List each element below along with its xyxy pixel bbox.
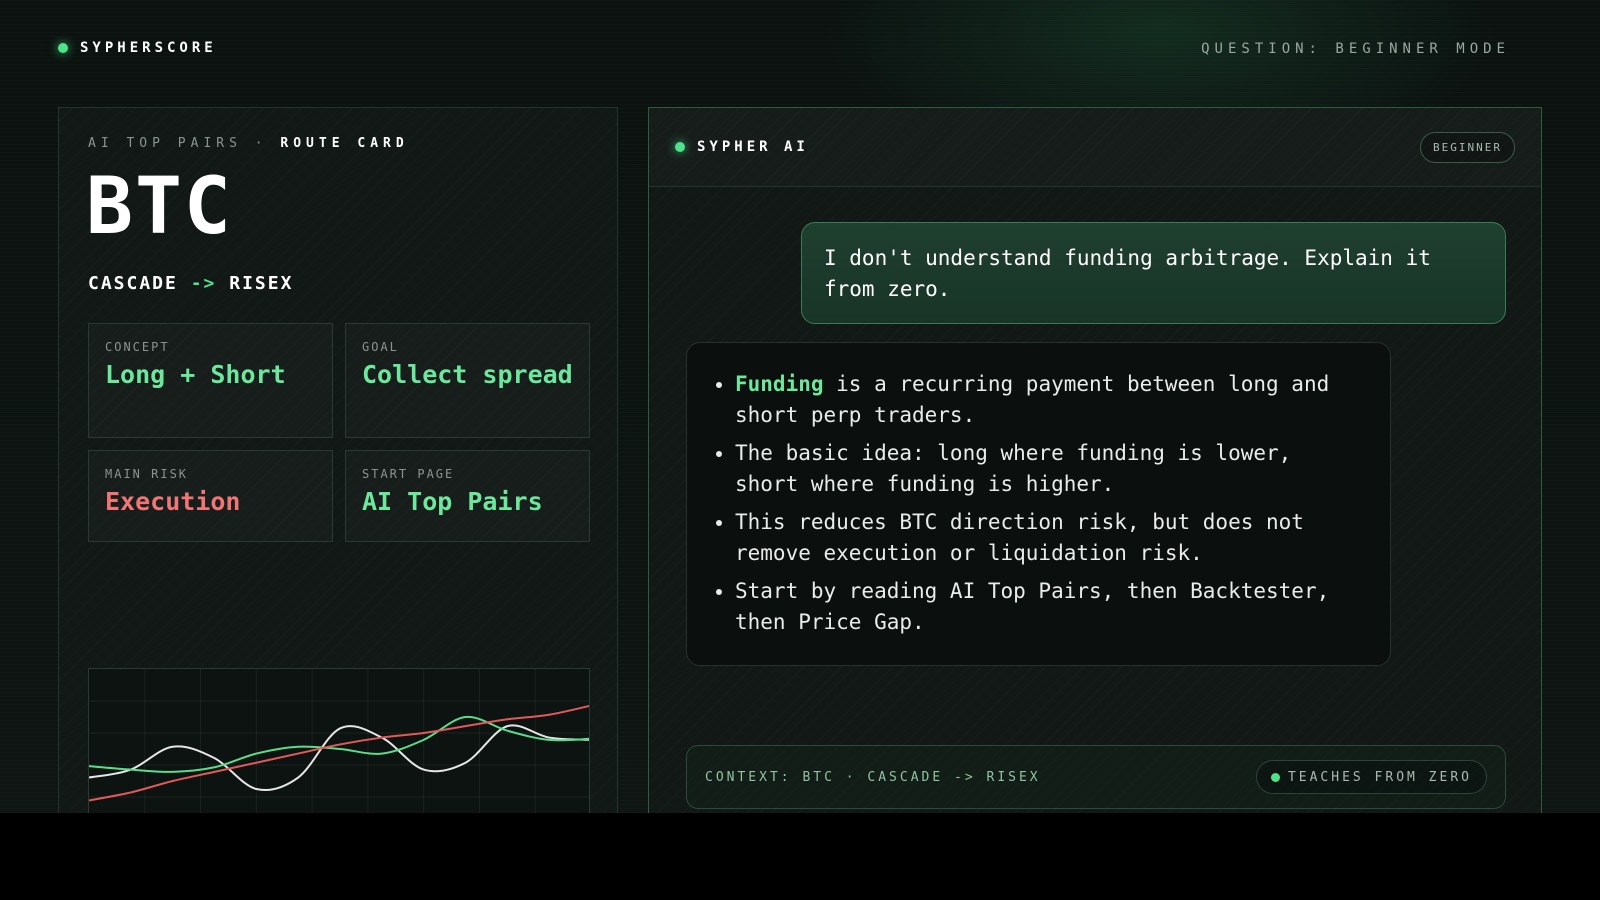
assistant-name-label: SYPHER AI bbox=[697, 139, 809, 155]
tile-value: Execution bbox=[105, 487, 241, 516]
chat-header: SYPHER AI BEGINNER bbox=[649, 108, 1541, 187]
status-dot-icon bbox=[58, 43, 68, 53]
answer-text: is a recurring payment between long and … bbox=[735, 372, 1330, 427]
tile-goal: GOAL Collect spread bbox=[345, 323, 590, 438]
assistant-name: SYPHER AI bbox=[675, 139, 809, 155]
context-text: CONTEXT: BTC · CASCADE -> RISEX bbox=[705, 770, 1041, 785]
tile-main-risk: MAIN RISK Execution bbox=[88, 450, 333, 542]
user-message: I don't understand funding arbitrage. Ex… bbox=[801, 222, 1506, 324]
tile-label: START PAGE bbox=[362, 467, 455, 481]
context-pill-label: TEACHES FROM ZERO bbox=[1287, 769, 1472, 785]
tile-label: GOAL bbox=[362, 340, 399, 354]
answer-list: Funding is a recurring payment between l… bbox=[713, 369, 1364, 638]
context-bar: CONTEXT: BTC · CASCADE -> RISEX TEACHES … bbox=[686, 745, 1506, 809]
answer-bullet: This reduces BTC direction risk, but doe… bbox=[735, 507, 1364, 569]
brand-name: SYPHERSCORE bbox=[80, 40, 217, 56]
brand: SYPHERSCORE bbox=[58, 40, 217, 56]
ticker: BTC bbox=[86, 162, 233, 252]
answer-bullet: Start by reading AI Top Pairs, then Back… bbox=[735, 576, 1364, 638]
series-line-2 bbox=[89, 705, 589, 802]
online-dot-icon bbox=[675, 142, 685, 152]
route-from: CASCADE bbox=[88, 273, 178, 294]
tile-value: AI Top Pairs bbox=[362, 487, 543, 516]
app-screen: SYPHERSCORE QUESTION: BEGINNER MODE AI T… bbox=[0, 0, 1600, 813]
tile-value: Collect spread bbox=[362, 360, 573, 389]
tile-value: Long + Short bbox=[105, 360, 286, 389]
context-pill[interactable]: TEACHES FROM ZERO bbox=[1255, 760, 1487, 794]
assistant-message: Funding is a recurring payment between l… bbox=[686, 342, 1391, 666]
tile-start-page: START PAGE AI Top Pairs bbox=[345, 450, 590, 542]
spread-chart-svg bbox=[89, 669, 589, 813]
answer-highlight: Funding bbox=[735, 372, 824, 396]
pill-dot-icon bbox=[1270, 772, 1280, 782]
route-to: RISEX bbox=[229, 273, 294, 294]
series-line-0 bbox=[89, 724, 589, 791]
chat-panel: SYPHER AI BEGINNER I don't understand fu… bbox=[648, 107, 1542, 813]
level-badge[interactable]: BEGINNER bbox=[1420, 132, 1515, 163]
route-arrow: -> bbox=[190, 273, 217, 294]
route: CASCADE -> RISEX bbox=[88, 273, 293, 294]
answer-bullet: Funding is a recurring payment between l… bbox=[735, 369, 1364, 431]
mode-label: QUESTION: BEGINNER MODE bbox=[1201, 41, 1510, 57]
eyebrow-strong: ROUTE CARD bbox=[280, 136, 409, 151]
eyebrow-prefix: AI TOP PAIRS · bbox=[88, 136, 268, 151]
spread-chart bbox=[88, 668, 590, 813]
tile-concept: CONCEPT Long + Short bbox=[88, 323, 333, 438]
answer-bullet: The basic idea: long where funding is lo… bbox=[735, 438, 1364, 500]
route-card-eyebrow: AI TOP PAIRS · ROUTE CARD bbox=[88, 136, 409, 151]
route-card: AI TOP PAIRS · ROUTE CARD BTC CASCADE ->… bbox=[58, 107, 618, 813]
tile-label: CONCEPT bbox=[105, 340, 170, 354]
tile-label: MAIN RISK bbox=[105, 467, 189, 481]
